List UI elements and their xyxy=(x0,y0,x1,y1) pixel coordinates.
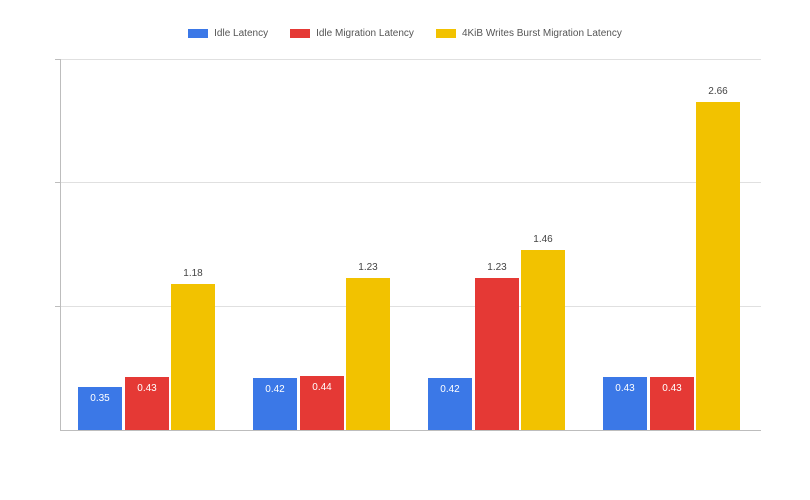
legend-swatch xyxy=(188,29,208,38)
bar-value-label: 1.46 xyxy=(533,234,552,245)
y-axis-tick xyxy=(55,182,61,183)
bar-0: 0.42 xyxy=(253,378,297,430)
y-axis-tick xyxy=(55,59,61,60)
bar-0: 0.43 xyxy=(603,377,647,430)
bar-value-label: 0.43 xyxy=(662,383,681,394)
legend-item: Idle Latency xyxy=(188,28,268,39)
bar-value-label: 0.43 xyxy=(137,383,156,394)
legend-swatch xyxy=(436,29,456,38)
y-axis-tick xyxy=(55,306,61,307)
bar-0: 0.35 xyxy=(78,387,122,430)
bar-2: 1.23 xyxy=(346,278,390,430)
bar-value-label: 0.42 xyxy=(265,384,284,395)
bar-chart: Idle Latency Idle Migration Latency 4KiB W… xyxy=(0,0,810,500)
bar-value-label: 2.66 xyxy=(708,86,727,97)
bar-value-label: 0.35 xyxy=(90,393,109,404)
bar-2: 1.18 xyxy=(171,284,215,430)
legend-item: 4KiB Writes Burst Migration Latency xyxy=(436,28,622,39)
legend-item: Idle Migration Latency xyxy=(290,28,414,39)
bar-2: 1.46 xyxy=(521,250,565,430)
gridline xyxy=(61,182,761,183)
bar-value-label: 0.44 xyxy=(312,382,331,393)
bar-value-label: 1.18 xyxy=(183,268,202,279)
bar-1: 1.23 xyxy=(475,278,519,430)
gridline xyxy=(61,306,761,307)
plot-area: 0.350.431.180.420.441.230.421.231.460.43… xyxy=(60,60,761,431)
bar-1: 0.44 xyxy=(300,376,344,430)
bar-2: 2.66 xyxy=(696,102,740,430)
bar-1: 0.43 xyxy=(125,377,169,430)
bar-value-label: 1.23 xyxy=(487,262,506,273)
bar-1: 0.43 xyxy=(650,377,694,430)
legend-label: Idle Latency xyxy=(214,28,268,39)
bar-0: 0.42 xyxy=(428,378,472,430)
gridline xyxy=(61,59,761,60)
bar-value-label: 1.23 xyxy=(358,262,377,273)
legend-swatch xyxy=(290,29,310,38)
legend-label: Idle Migration Latency xyxy=(316,28,414,39)
legend: Idle Latency Idle Migration Latency 4KiB W… xyxy=(0,28,810,39)
bar-value-label: 0.42 xyxy=(440,384,459,395)
bar-value-label: 0.43 xyxy=(615,383,634,394)
legend-label: 4KiB Writes Burst Migration Latency xyxy=(462,28,622,39)
